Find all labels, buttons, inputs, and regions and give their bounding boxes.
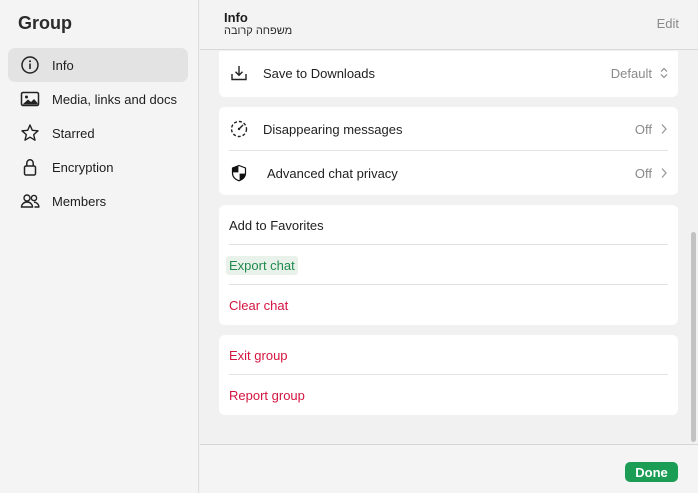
info-content: Save to Downloads Default Disappearing m… [200, 51, 698, 443]
privacy-card: Disappearing messages Off Advanced chat … [219, 107, 678, 195]
sidebar-nav: Info Media, links and docs Starred Encry… [8, 48, 188, 218]
report-group-label: Report group [229, 387, 305, 403]
downloads-card: Save to Downloads Default [219, 51, 678, 97]
chevron-right-icon [661, 168, 667, 178]
scrollbar[interactable] [691, 232, 696, 442]
exit-group-row[interactable]: Exit group [219, 335, 678, 375]
advanced-chat-privacy-row[interactable]: Advanced chat privacy Off [219, 151, 678, 195]
sidebar-item-label: Info [52, 57, 74, 73]
footer: Done [200, 444, 698, 493]
disappearing-messages-row[interactable]: Disappearing messages Off [219, 107, 678, 151]
clear-chat-label: Clear chat [229, 297, 289, 313]
advanced-chat-privacy-label: Advanced chat privacy [267, 165, 398, 181]
advanced-chat-privacy-value: Off [634, 165, 652, 181]
sidebar: Group Info Media, links and docs Starred… [0, 0, 199, 493]
image-icon [19, 88, 41, 110]
shield-icon [230, 164, 248, 182]
sidebar-item-label: Members [52, 193, 107, 209]
save-to-downloads-label: Save to Downloads [263, 65, 376, 81]
add-to-favorites-label: Add to Favorites [229, 217, 324, 233]
sidebar-item-label: Encryption [52, 159, 114, 175]
save-to-downloads-select[interactable]: Default [611, 51, 668, 95]
main-panel: Info משפחה קרובה Edit Save to Downloads … [200, 0, 698, 493]
chat-actions-card: Add to Favorites Export chat Clear chat [219, 205, 678, 325]
disappearing-messages-value: Off [634, 121, 652, 137]
timer-icon [230, 120, 248, 138]
exit-group-label: Exit group [229, 347, 288, 363]
save-to-downloads-value: Default [610, 65, 652, 81]
lock-icon [19, 156, 41, 178]
download-icon [230, 64, 248, 82]
add-to-favorites-row[interactable]: Add to Favorites [219, 205, 678, 245]
members-icon [19, 190, 41, 212]
sidebar-item-members[interactable]: Members [8, 184, 188, 218]
export-chat-label: Export chat [226, 255, 298, 275]
save-to-downloads-row[interactable]: Save to Downloads Default [219, 51, 678, 95]
star-icon [19, 122, 41, 144]
report-group-row[interactable]: Report group [219, 375, 678, 415]
updown-chevron-icon [660, 67, 668, 79]
group-actions-card: Exit group Report group [219, 335, 678, 415]
edit-button[interactable]: Edit [657, 16, 679, 31]
sidebar-item-media[interactable]: Media, links and docs [8, 82, 188, 116]
disappearing-messages-label: Disappearing messages [263, 121, 403, 137]
group-name: משפחה קרובה [224, 25, 293, 37]
sidebar-item-info[interactable]: Info [8, 48, 188, 82]
sidebar-item-starred[interactable]: Starred [8, 116, 188, 150]
sidebar-item-encryption[interactable]: Encryption [8, 150, 188, 184]
sidebar-title: Group [18, 13, 72, 33]
header: Info משפחה קרובה Edit [200, 0, 698, 50]
export-chat-row[interactable]: Export chat [219, 245, 678, 285]
clear-chat-row[interactable]: Clear chat [219, 285, 678, 325]
info-icon [19, 54, 41, 76]
sidebar-item-label: Media, links and docs [52, 91, 178, 107]
sidebar-item-label: Starred [52, 125, 95, 141]
chevron-right-icon [661, 124, 667, 134]
page-title: Info [224, 10, 248, 25]
done-button[interactable]: Done [625, 462, 678, 482]
